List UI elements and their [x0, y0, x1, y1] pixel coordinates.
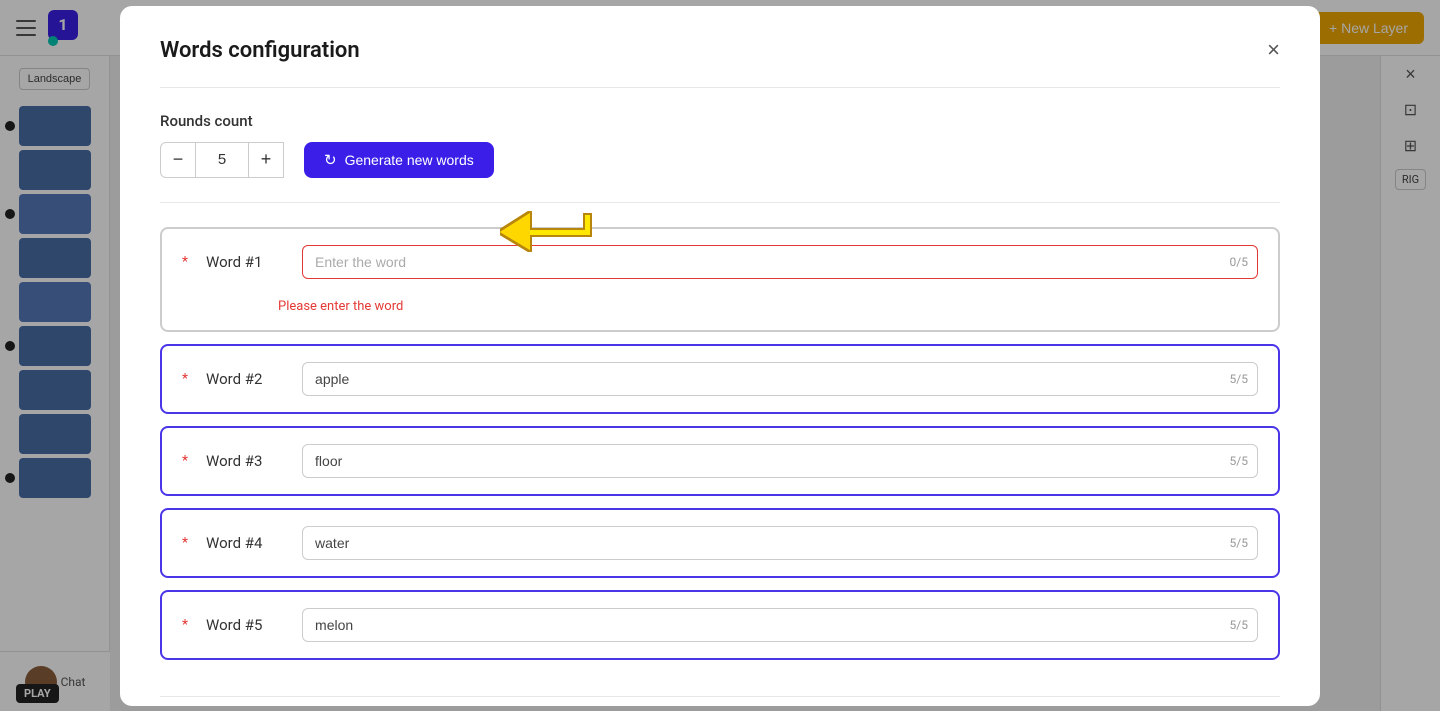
- rounds-value-input[interactable]: [196, 142, 248, 178]
- char-count-2: 5/5: [1230, 372, 1248, 386]
- word-input-wrapper-1: 0/5: [302, 245, 1258, 279]
- refresh-icon: ↻: [324, 151, 337, 169]
- words-container: * Word #1 0/5 Please enter the word * Wo…: [160, 227, 1280, 672]
- word-row-2: * Word #2 5/5: [160, 344, 1280, 414]
- word-error-1: Please enter the word: [278, 299, 403, 314]
- rounds-divider: [160, 202, 1280, 203]
- word-label-1: Word #1: [206, 253, 286, 271]
- modal-close-button[interactable]: ×: [1267, 39, 1280, 61]
- word-input-5[interactable]: [302, 608, 1258, 642]
- required-star-4: *: [182, 535, 188, 551]
- word-row-5: * Word #5 5/5: [160, 590, 1280, 660]
- required-star-3: *: [182, 453, 188, 469]
- generate-btn-label: Generate new words: [345, 152, 474, 168]
- rounds-decrement-button[interactable]: −: [160, 142, 196, 178]
- required-star-1: *: [182, 254, 188, 270]
- modal-title: Words configuration: [160, 38, 360, 63]
- header-divider: [160, 87, 1280, 88]
- required-star-5: *: [182, 617, 188, 633]
- word-input-wrapper-4: 5/5: [302, 526, 1258, 560]
- word-label-2: Word #2: [206, 370, 286, 388]
- word-row-1: * Word #1 0/5 Please enter the word: [160, 227, 1280, 332]
- generate-words-button[interactable]: ↻ Generate new words: [304, 142, 494, 178]
- word-input-wrapper-5: 5/5: [302, 608, 1258, 642]
- save-section: Save: [160, 696, 1280, 706]
- word-label-5: Word #5: [206, 616, 286, 634]
- word-row-4: * Word #4 5/5: [160, 508, 1280, 578]
- char-count-4: 5/5: [1230, 536, 1248, 550]
- word-input-4[interactable]: [302, 526, 1258, 560]
- word-label-4: Word #4: [206, 534, 286, 552]
- word-label-3: Word #3: [206, 452, 286, 470]
- char-count-3: 5/5: [1230, 454, 1248, 468]
- word-row-3: * Word #3 5/5: [160, 426, 1280, 496]
- char-count-1: 0/5: [1230, 255, 1248, 269]
- modal-header: Words configuration ×: [160, 38, 1280, 63]
- word-input-wrapper-3: 5/5: [302, 444, 1258, 478]
- words-configuration-modal: Words configuration × Rounds count − + ↻…: [120, 6, 1320, 706]
- rounds-controls: − + ↻ Generate new words: [160, 142, 1280, 178]
- char-count-5: 5/5: [1230, 618, 1248, 632]
- rounds-section: Rounds count − + ↻ Generate new words: [160, 112, 1280, 178]
- word-row-1-inner: * Word #1 0/5: [182, 245, 1258, 279]
- required-star-2: *: [182, 371, 188, 387]
- rounds-label: Rounds count: [160, 112, 1280, 130]
- word-input-2[interactable]: [302, 362, 1258, 396]
- word-input-1[interactable]: [302, 245, 1258, 279]
- word-input-3[interactable]: [302, 444, 1258, 478]
- word-input-wrapper-2: 5/5: [302, 362, 1258, 396]
- rounds-increment-button[interactable]: +: [248, 142, 284, 178]
